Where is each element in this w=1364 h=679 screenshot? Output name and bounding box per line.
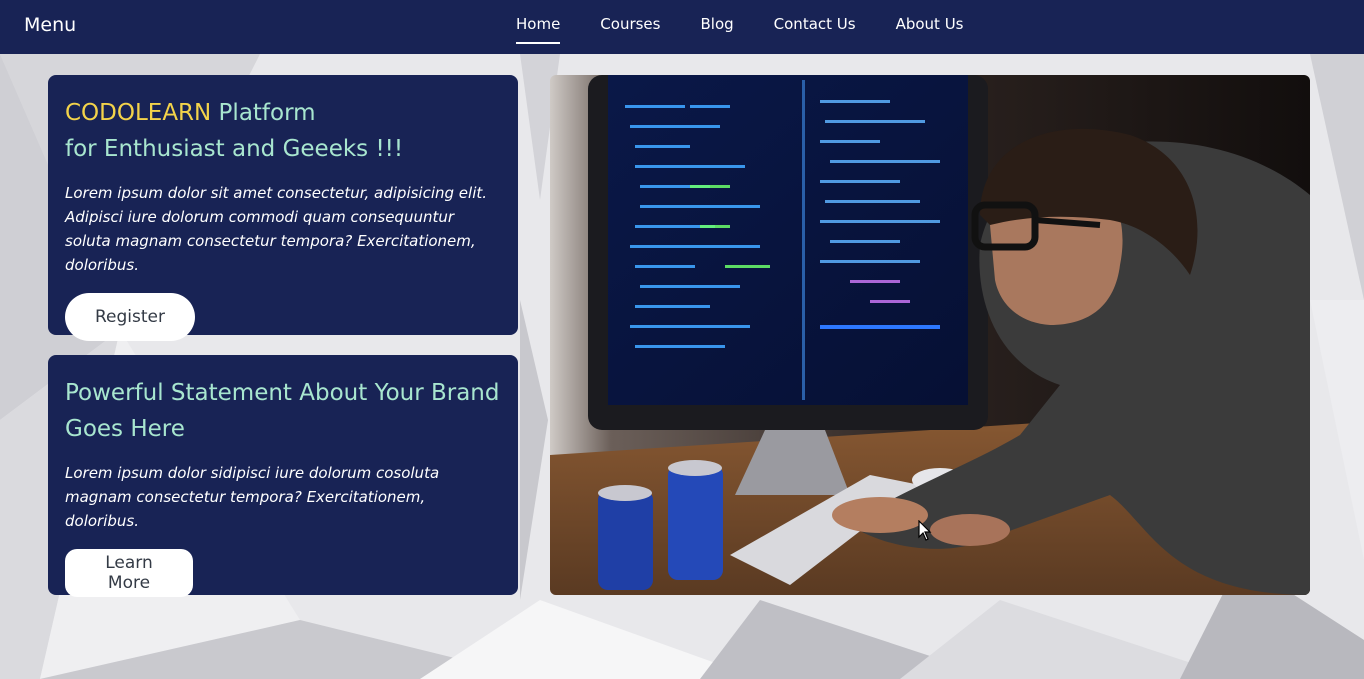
intro-card: CODOLEARN Platform for Enthusiast and Ge… xyxy=(48,75,518,341)
top-navbar: Menu Home Courses Blog Contact Us About … xyxy=(0,0,1364,54)
heading-line-2: for Enthusiast and Geeeks !!! xyxy=(65,136,404,162)
brand-statement-card: Powerful Statement About Your Brand Goes… xyxy=(48,355,518,597)
menu-title[interactable]: Menu xyxy=(24,14,76,36)
nav-link-home[interactable]: Home xyxy=(516,14,561,44)
nav-link-about-us[interactable]: About Us xyxy=(896,14,964,44)
learn-more-button[interactable]: Learn More xyxy=(65,549,193,597)
register-button[interactable]: Register xyxy=(65,293,195,341)
nav-links: Home Courses Blog Contact Us About Us xyxy=(516,14,964,44)
brand-name: CODOLEARN xyxy=(65,100,212,126)
nav-link-contact-us[interactable]: Contact Us xyxy=(774,14,856,44)
statement-heading: Powerful Statement About Your Brand Goes… xyxy=(65,380,500,442)
heading-platform: Platform xyxy=(211,100,316,126)
hero-image xyxy=(550,75,1310,595)
mouse-cursor-icon xyxy=(918,520,932,541)
nav-link-courses[interactable]: Courses xyxy=(600,14,660,44)
programmer-photo xyxy=(550,75,1310,595)
nav-link-blog[interactable]: Blog xyxy=(700,14,733,44)
intro-heading: CODOLEARN Platform for Enthusiast and Ge… xyxy=(65,95,501,167)
statement-text: Lorem ipsum dolor sidipisci iure dolorum… xyxy=(65,464,440,530)
intro-text: Lorem ipsum dolor sit amet consectetur, … xyxy=(65,184,488,274)
